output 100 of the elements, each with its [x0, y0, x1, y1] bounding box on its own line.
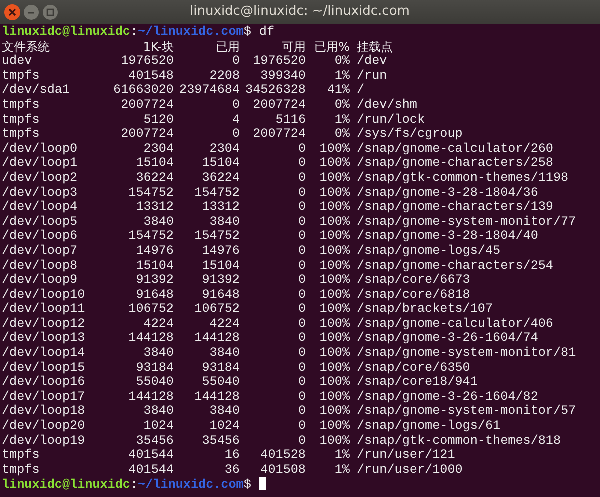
available-cell-text: 5116	[274, 112, 306, 128]
available-cell-text: 0	[297, 244, 306, 258]
available-cell-text: 0	[297, 346, 306, 361]
used-cell-text: 3840	[208, 346, 240, 361]
used-cell-text: 55040	[201, 375, 240, 390]
available-cell-text: 0	[297, 331, 306, 346]
column-header: 1K-块	[142, 40, 174, 54]
available-cell-text: 0	[297, 273, 306, 288]
use-percent-cell-text: 100%	[318, 156, 350, 171]
use-percent-cell-text: 100%	[318, 214, 350, 230]
filesystem-cell-text: /dev/loop9	[2, 273, 79, 288]
blocks-cell-text: 13312	[135, 200, 174, 215]
use-percent-cell-text: 100%	[318, 244, 350, 258]
use-percent-cell-text: 100%	[318, 142, 350, 156]
filesystem-cell-text: /dev/loop19	[2, 434, 86, 448]
blocks-cell-text: 93184	[135, 360, 174, 376]
prompt-separator: :	[130, 478, 138, 492]
use-percent-cell-text: 100%	[318, 390, 350, 404]
mount-point-cell-text: /run/lock	[356, 112, 426, 128]
available-cell-text: 0	[297, 404, 306, 420]
use-percent-cell-text: 100%	[318, 331, 350, 346]
available-cell-text: 2007724	[252, 98, 306, 113]
available-cell-text: 401528	[260, 448, 306, 463]
mount-point-cell-text: /snap/core18/941	[356, 375, 479, 390]
available-cell-text: 0	[297, 258, 306, 274]
used-cell-text: 36224	[201, 170, 240, 186]
filesystem-cell-text: tmpfs	[2, 462, 41, 478]
use-percent-cell-text: 0%	[334, 54, 350, 69]
used-cell-text: 36	[224, 462, 240, 478]
used-cell-text: 93184	[201, 360, 240, 376]
window-controls-drawing[interactable]	[4, 4, 60, 21]
mount-point-cell-text: /sys/fs/cgroup	[356, 127, 464, 142]
filesystem-cell-text: tmpfs	[2, 448, 41, 463]
available-cell-text: 0	[297, 316, 306, 332]
filesystem-cell-text: /dev/loop6	[2, 229, 79, 244]
available-cell-text: 401508	[260, 462, 306, 478]
blocks-cell-text: 4224	[142, 316, 174, 332]
used-cell-text: 4	[231, 112, 240, 128]
filesystem-cell-text: /dev/sda1	[2, 83, 72, 98]
mount-point-cell-text: /snap/gnome-system-monitor/77	[356, 214, 578, 230]
prompt-symbol: $	[244, 478, 252, 492]
window-title: linuxidc@linuxidc: ~/linuxidc.com	[190, 3, 410, 21]
use-percent-cell-text: 1%	[334, 112, 350, 128]
blocks-cell-text: 3840	[142, 404, 174, 420]
prompt-separator: :	[130, 25, 138, 39]
use-percent-cell-text: 100%	[318, 346, 350, 361]
use-percent-cell-text: 100%	[318, 404, 350, 420]
use-percent-cell-text: 100%	[318, 170, 350, 186]
filesystem-cell-text: tmpfs	[2, 68, 41, 84]
blocks-cell-text: 144128	[128, 331, 174, 346]
used-cell-text: 91392	[201, 273, 240, 288]
used-cell-text: 144128	[194, 390, 240, 404]
filesystem-cell-text: /dev/loop16	[2, 375, 86, 390]
filesystem-cell-text: /dev/loop13	[2, 331, 86, 346]
use-percent-cell-text: 1%	[334, 462, 350, 478]
blocks-cell-text: 154752	[128, 229, 174, 244]
use-percent-cell-text: 100%	[318, 186, 350, 200]
blocks-cell-text: 401544	[128, 462, 174, 478]
available-cell-text: 0	[297, 156, 306, 171]
available-cell-text: 0	[297, 360, 306, 376]
mount-point-cell-text: /snap/gnome-system-monitor/57	[356, 404, 578, 420]
use-percent-cell-text: 100%	[318, 229, 350, 244]
blocks-cell-text: 61663020	[112, 83, 174, 98]
available-cell-text: 0	[297, 214, 306, 230]
filesystem-cell-text: /dev/loop17	[2, 390, 86, 404]
mount-point-cell-text: /snap/gnome-calculator/406	[356, 316, 554, 332]
command-text: df	[259, 25, 275, 39]
available-cell-text: 399340	[260, 68, 306, 84]
used-cell-text: 3840	[208, 404, 240, 420]
filesystem-cell-text: /dev/loop12	[2, 316, 86, 332]
mount-point-cell-text: /dev/shm	[356, 98, 418, 113]
mount-point-cell-text: /snap/brackets/107	[356, 302, 494, 317]
used-cell-text: 154752	[194, 229, 240, 244]
blocks-cell-text: 91648	[135, 288, 174, 302]
blocks-cell-text: 35456	[135, 434, 174, 448]
column-header: 可用	[281, 40, 306, 54]
blocks-cell-text: 106752	[128, 302, 174, 317]
used-cell-text: 106752	[194, 302, 240, 317]
use-percent-cell-text: 1%	[334, 68, 350, 84]
blocks-cell-text: 144128	[128, 390, 174, 404]
use-percent-cell-text: 100%	[318, 434, 350, 448]
used-cell-text: 16	[224, 448, 240, 463]
filesystem-cell-text: /dev/loop3	[2, 186, 79, 200]
filesystem-cell-text: /dev/loop14	[2, 346, 86, 361]
filesystem-cell-text: tmpfs	[2, 127, 41, 142]
used-cell-text: 3840	[208, 214, 240, 230]
prompt-path: ~/linuxidc.com	[138, 478, 244, 492]
cursor-icon	[259, 477, 266, 490]
used-cell-text: 0	[231, 98, 240, 113]
mount-point-cell-text: /snap/core/6818	[356, 288, 472, 302]
mount-point-cell-text: /snap/gnome-logs/45	[356, 244, 502, 258]
used-cell-text: 154752	[194, 186, 240, 200]
used-cell-text: 15104	[201, 156, 240, 171]
filesystem-cell-text: /dev/loop15	[2, 360, 86, 376]
blocks-cell-text: 2007724	[120, 127, 174, 142]
use-percent-cell-text: 100%	[318, 302, 350, 317]
blocks-cell-text: 55040	[135, 375, 174, 390]
use-percent-cell-text: 0%	[334, 127, 350, 142]
filesystem-cell-text: udev	[2, 54, 34, 69]
filesystem-cell-text: /dev/loop0	[2, 142, 79, 156]
